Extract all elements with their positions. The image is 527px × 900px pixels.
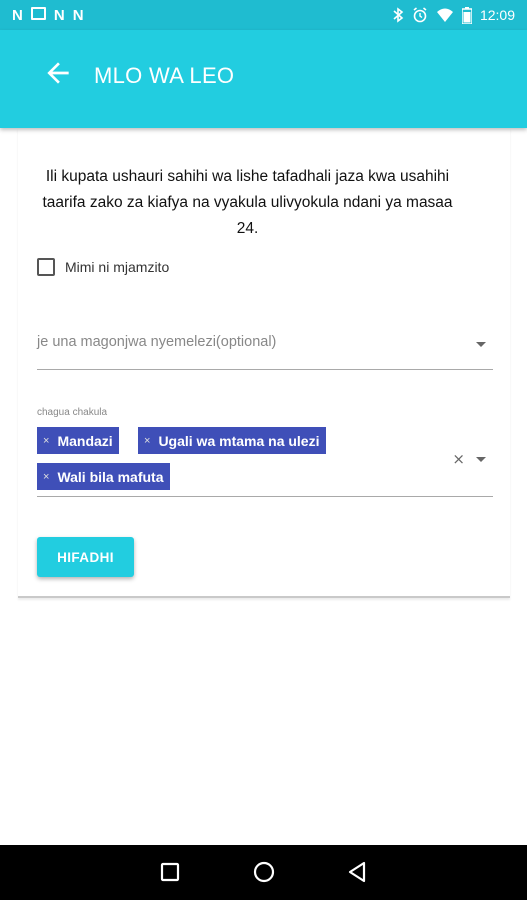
food-multiselect[interactable]: × Mandazi × Ugali wa mtama na ulezi × Wa… <box>37 422 493 497</box>
pregnant-checkbox[interactable] <box>37 258 55 276</box>
pregnant-label: Mimi ni mjamzito <box>65 259 170 275</box>
remove-chip-icon[interactable]: × <box>144 435 150 447</box>
page-title: MLO WA LEO <box>94 63 235 88</box>
circle-home-icon[interactable] <box>251 859 277 885</box>
food-chip[interactable]: × Wali bila mafuta <box>37 463 170 490</box>
bluetooth-icon <box>393 7 404 23</box>
food-chip[interactable]: × Ugali wa mtama na ulezi <box>138 427 326 454</box>
square-recents-icon[interactable] <box>157 859 183 885</box>
save-button[interactable]: HIFADHI <box>37 537 134 577</box>
food-chip-label: Wali bila mafuta <box>57 468 164 485</box>
notification-icons: N N N <box>12 6 84 24</box>
chevron-down-icon[interactable] <box>476 457 486 462</box>
app-bar: MLO WA LEO <box>0 30 527 128</box>
food-chip-label: Ugali wa mtama na ulezi <box>158 432 320 449</box>
notification-icon: N <box>53 6 65 24</box>
battery-icon <box>461 6 472 24</box>
notification-icon: N <box>72 6 84 24</box>
wifi-icon <box>436 8 453 22</box>
chevron-down-icon[interactable] <box>476 342 486 347</box>
pregnant-checkbox-row[interactable]: Mimi ni mjamzito <box>37 258 169 276</box>
disease-select-placeholder: je una magonjwa nyemelezi(optional) <box>37 334 277 350</box>
food-chip[interactable]: × Mandazi <box>37 427 119 454</box>
clear-selection-icon[interactable]: × <box>452 450 465 468</box>
notification-icon: N <box>12 6 23 24</box>
alarm-icon <box>413 7 427 23</box>
intro-text: Ili kupata ushauri sahihi wa lishe tafad… <box>42 168 453 237</box>
remove-chip-icon[interactable]: × <box>43 435 49 447</box>
status-bar: N N N 12:09 <box>0 0 527 30</box>
food-chip-label: Mandazi <box>57 432 113 449</box>
disease-select[interactable]: je una magonjwa nyemelezi(optional) <box>37 322 493 370</box>
remove-chip-icon[interactable]: × <box>43 471 49 483</box>
navigation-bar <box>0 845 527 900</box>
triangle-back-icon[interactable] <box>345 859 371 885</box>
image-notification-icon <box>30 6 46 20</box>
clock: 12:09 <box>479 7 515 23</box>
arrow-left-icon[interactable] <box>42 57 74 89</box>
food-select-label: chagua chakula <box>37 407 108 418</box>
